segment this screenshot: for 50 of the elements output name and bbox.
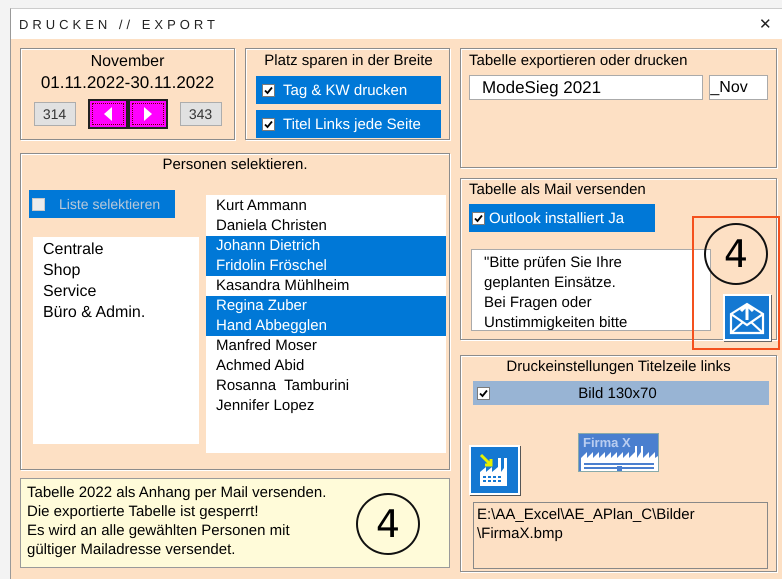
list-item[interactable]: Fridolin Fröschel	[206, 256, 446, 276]
checkmark-icon	[264, 120, 273, 128]
message-field[interactable]: "Bitte prüfen Sie Ihre geplanten Einsätze. Bei Fragen oder Unstimmigkeiten bitte	[471, 249, 711, 331]
checkmark-icon	[264, 86, 273, 94]
end-number-field[interactable]: 343	[180, 102, 222, 126]
list-item[interactable]: Service	[43, 281, 189, 302]
left-triangle-icon	[104, 107, 112, 121]
group-title: Druckeinstellungen Titelzeile links	[505, 358, 732, 376]
list-item[interactable]: Achmed Abid	[206, 356, 446, 376]
previous-button[interactable]	[88, 99, 128, 129]
group-title: Tabelle exportieren oder drucken	[469, 52, 688, 70]
circled-annotation: 4	[704, 223, 768, 285]
window-title: DRUCKEN // EXPORT	[19, 16, 219, 32]
list-item[interactable]: Rosanna Tamburini	[206, 376, 446, 396]
list-item[interactable]: Jennifer Lopez	[206, 396, 446, 416]
group-list[interactable]: Centrale Shop Service Büro & Admin.	[33, 237, 199, 444]
date-range: 01.11.2022-30.11.2022	[40, 72, 214, 94]
checkbox-option[interactable]: Titel Links jede Seite	[256, 110, 441, 138]
checkbox-option[interactable]: Outlook installiert Ja	[469, 204, 655, 232]
checkbox-option[interactable]: Bild 130x70	[473, 381, 769, 405]
list-item[interactable]: Daniela Christen	[206, 216, 446, 236]
list-item[interactable]: Regina Zuber	[206, 296, 446, 316]
start-number-field[interactable]: 314	[34, 102, 76, 126]
next-button[interactable]	[128, 99, 168, 129]
list-item[interactable]: Kurt Ammann	[206, 196, 446, 216]
send-mail-button[interactable]	[723, 294, 771, 341]
list-item[interactable]: Hand Abbegglen	[206, 316, 446, 336]
checkmark-icon	[474, 214, 483, 222]
checkmark-icon	[479, 388, 488, 398]
circled-annotation: 4	[356, 493, 420, 555]
list-item[interactable]: Johann Dietrich	[206, 236, 446, 256]
list-item[interactable]: Kasandra Mühlheim	[206, 276, 446, 296]
group-title: Personen selektieren.	[161, 155, 309, 174]
image-path-field[interactable]: E:\AA_Excel\AE_APlan_C\Bilder \FirmaX.bmp	[473, 502, 768, 569]
file-name-field[interactable]: ModeSieg 2021	[469, 75, 704, 100]
person-list[interactable]: Kurt Ammann Daniela Christen Johann Dietrich Fridolin Fröschel Kasandra Mühlheim Regina Zuber Hand Abbegglen Manfred Moser Achmed Abid Rosanna Tamburini Jennifer Lopez	[206, 195, 446, 453]
list-item[interactable]: Manfred Moser	[206, 336, 446, 356]
logo-preview: Firma X	[578, 433, 659, 472]
group-title: Platz sparen in der Breite	[264, 52, 433, 70]
note-text: Tabelle 2022 als Anhang per Mail versenden. Die exportierte Tabelle ist gesperrt! Es wird an alle gewählten Personen mit gültiger Mailadresse versendet.	[27, 483, 326, 559]
group-title: Tabelle als Mail versenden	[469, 181, 647, 199]
right-triangle-icon	[144, 107, 152, 121]
list-item[interactable]: Centrale	[43, 239, 189, 260]
import-picture-button[interactable]	[469, 445, 520, 495]
list-item[interactable]: Shop	[43, 260, 189, 281]
close-button[interactable]: ✕	[759, 15, 772, 33]
month-label: November	[90, 52, 164, 72]
suffix-field[interactable]: _Nov	[709, 75, 768, 100]
checkbox-option[interactable]: Tag & KW drucken	[256, 76, 441, 104]
list-item[interactable]: Büro & Admin.	[43, 302, 189, 323]
